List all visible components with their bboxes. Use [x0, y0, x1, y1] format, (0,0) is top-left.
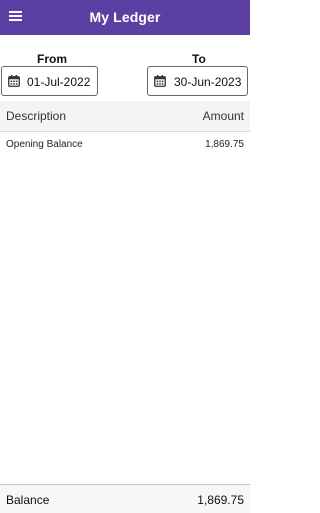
to-date-picker[interactable]: 30-Jun-2023: [147, 66, 248, 96]
to-label: To: [192, 52, 206, 66]
from-label: From: [37, 52, 67, 66]
table-row[interactable]: Opening Balance 1,869.75: [0, 132, 250, 156]
row-description: Opening Balance: [6, 139, 83, 150]
column-header-description: Description: [6, 109, 67, 123]
table-header: Description Amount: [0, 101, 250, 132]
from-date-picker[interactable]: 01-Jul-2022: [1, 66, 98, 96]
balance-amount: 1,869.75: [197, 493, 244, 507]
balance-footer: Balance 1,869.75: [0, 484, 250, 513]
column-header-amount: Amount: [202, 109, 244, 123]
to-date-value: 30-Jun-2023: [174, 75, 242, 89]
calendar-icon: [154, 75, 166, 87]
page-title: My Ledger: [89, 9, 161, 25]
balance-label: Balance: [6, 493, 50, 507]
row-amount: 1,869.75: [205, 139, 244, 150]
app-bar: My Ledger: [0, 0, 250, 35]
from-date-value: 01-Jul-2022: [27, 75, 91, 89]
calendar-icon: [8, 75, 20, 87]
